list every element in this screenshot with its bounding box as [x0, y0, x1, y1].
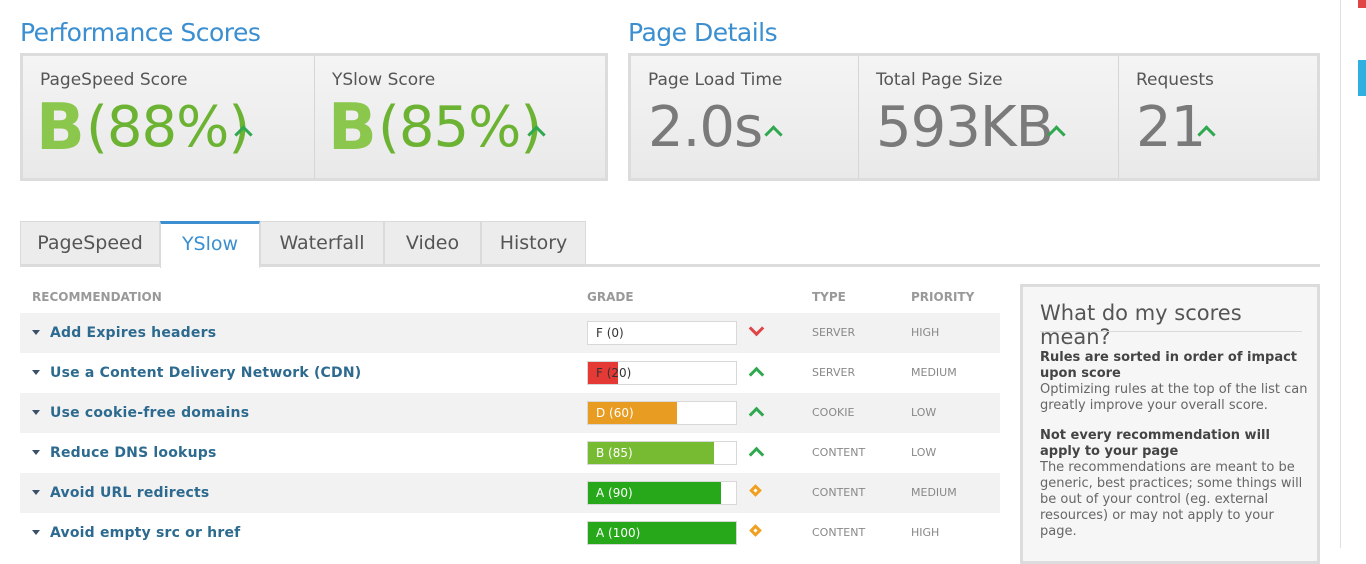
right-sidebar — [1340, 0, 1366, 548]
grade-bar: B (85) — [587, 441, 737, 465]
help-text-2: The recommendations are meant to be gene… — [1040, 460, 1303, 539]
expand-caret-icon[interactable] — [32, 450, 40, 455]
sidebar-accent — [1358, 0, 1366, 8]
neutral-diamond-icon — [749, 524, 762, 537]
page-size-value: 593KB — [876, 95, 1054, 160]
recommendation-type: CONTENT — [812, 446, 866, 459]
expand-caret-icon[interactable] — [32, 370, 40, 375]
grade-value: A (100) — [596, 526, 641, 540]
yslow-grade-letter: B — [328, 91, 377, 165]
trend-up-icon — [764, 125, 783, 144]
table-row[interactable]: Use cookie-free domains D (60) COOKIE LO… — [20, 393, 1000, 433]
yslow-grade-percent: (85%) — [378, 95, 542, 160]
expand-caret-icon[interactable] — [32, 490, 40, 495]
tab-history[interactable]: History — [481, 221, 586, 265]
recommendation-name[interactable]: Use cookie-free domains — [50, 405, 249, 421]
pagespeed-score-card: PageSpeed Score B (88%) — [23, 56, 314, 178]
page-details-title: Page Details — [628, 18, 778, 47]
recommendation-type: COOKIE — [812, 406, 855, 419]
sidebar-button[interactable] — [1358, 60, 1366, 96]
recommendation-name[interactable]: Reduce DNS lookups — [50, 445, 217, 461]
recommendation-priority: HIGH — [911, 526, 940, 539]
recommendation-type: CONTENT — [812, 486, 866, 499]
help-heading-1: Rules are sorted in order of impact upon… — [1040, 350, 1298, 381]
header-type: TYPE — [812, 290, 846, 304]
performance-scores-panel: PageSpeed Score B (88%) YSlow Score B (8… — [20, 53, 608, 181]
tab-video[interactable]: Video — [384, 221, 481, 265]
recommendation-priority: MEDIUM — [911, 366, 957, 379]
load-time-label: Page Load Time — [648, 70, 783, 90]
page-size-card: Total Page Size 593KB — [858, 56, 1118, 178]
grade-bar: F (20) — [587, 361, 737, 385]
table-row[interactable]: Avoid empty src or href A (100) CONTENT … — [20, 513, 1000, 553]
header-priority: PRIORITY — [911, 290, 975, 304]
tab-pagespeed[interactable]: PageSpeed — [20, 221, 160, 265]
yslow-score-label: YSlow Score — [332, 70, 436, 90]
table-row[interactable]: Add Expires headers F (0) SERVER HIGH — [20, 313, 1000, 353]
help-divider — [1040, 331, 1302, 332]
pagespeed-grade-percent: (88%) — [86, 95, 250, 160]
expand-caret-icon[interactable] — [32, 330, 40, 335]
table-row[interactable]: Reduce DNS lookups B (85) CONTENT LOW — [20, 433, 1000, 473]
grade-bar: F (0) — [587, 321, 737, 345]
grade-value: F (20) — [596, 366, 632, 380]
recommendation-name[interactable]: Avoid URL redirects — [50, 485, 209, 501]
pagespeed-grade-letter: B — [36, 91, 85, 165]
table-row[interactable]: Avoid URL redirects A (90) CONTENT MEDIU… — [20, 473, 1000, 513]
tab-waterfall[interactable]: Waterfall — [260, 221, 384, 265]
help-title: What do my scores mean? — [1040, 301, 1242, 349]
expand-caret-icon[interactable] — [32, 530, 40, 535]
requests-card: Requests 21 — [1118, 56, 1317, 178]
recommendation-name[interactable]: Avoid empty src or href — [50, 525, 240, 541]
page-details-panel: Page Load Time 2.0s Total Page Size 593K… — [628, 53, 1320, 181]
recommendation-type: SERVER — [812, 366, 856, 379]
performance-scores-title: Performance Scores — [20, 18, 261, 47]
recommendation-name[interactable]: Add Expires headers — [50, 325, 216, 341]
load-time-card: Page Load Time 2.0s — [631, 56, 858, 178]
yslow-score-card: YSlow Score B (85%) — [314, 56, 605, 178]
trend-up-icon — [748, 406, 765, 423]
grade-bar: D (60) — [587, 401, 737, 425]
trend-up-icon — [748, 366, 765, 383]
page-size-label: Total Page Size — [876, 70, 1003, 90]
grade-value: A (90) — [596, 486, 633, 500]
neutral-diamond-icon — [749, 484, 762, 497]
recommendation-type: CONTENT — [812, 526, 866, 539]
grade-bar: A (100) — [587, 521, 737, 545]
recommendation-name[interactable]: Use a Content Delivery Network (CDN) — [50, 365, 361, 381]
grade-value: B (85) — [596, 446, 633, 460]
grade-value: F (0) — [596, 326, 624, 340]
recommendation-priority: LOW — [911, 446, 937, 459]
requests-value: 21 — [1136, 95, 1206, 160]
table-row[interactable]: Use a Content Delivery Network (CDN) F (… — [20, 353, 1000, 393]
expand-caret-icon[interactable] — [32, 410, 40, 415]
trend-down-icon — [748, 320, 765, 337]
grade-value: D (60) — [596, 406, 634, 420]
recommendation-priority: HIGH — [911, 326, 940, 339]
recommendation-priority: MEDIUM — [911, 486, 957, 499]
help-text-1: Optimizing rules at the top of the list … — [1040, 382, 1308, 413]
grade-bar: A (90) — [587, 481, 737, 505]
header-recommendation: RECOMMENDATION — [32, 290, 162, 304]
tab-yslow[interactable]: YSlow — [160, 221, 260, 268]
recommendation-priority: LOW — [911, 406, 937, 419]
scores-help-box: What do my scores mean? Rules are sorted… — [1020, 284, 1320, 564]
load-time-value: 2.0s — [648, 95, 763, 160]
recommendation-type: SERVER — [812, 326, 856, 339]
requests-label: Requests — [1136, 70, 1214, 90]
trend-up-icon — [748, 446, 765, 463]
pagespeed-score-label: PageSpeed Score — [40, 70, 188, 90]
help-heading-2: Not every recommendation will apply to y… — [1040, 428, 1270, 459]
header-grade: GRADE — [587, 290, 634, 304]
